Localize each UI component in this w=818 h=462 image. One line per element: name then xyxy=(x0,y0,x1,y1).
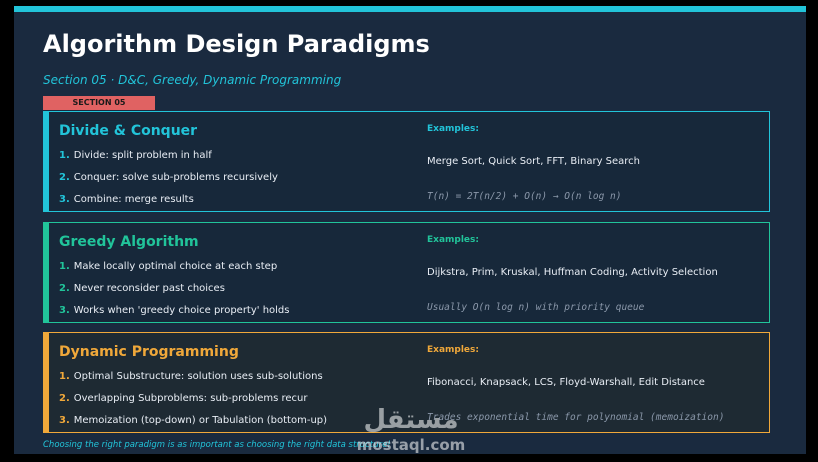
step-number: 2. xyxy=(59,393,70,404)
card-steps: 1. Make locally optimal choice at each st… xyxy=(59,261,290,327)
card-steps: 1. Optimal Substructure: solution uses su… xyxy=(59,371,327,437)
complexity-note: Trades exponential time for polynomial (… xyxy=(427,412,725,423)
card-steps: 1. Divide: split problem in half 2. Conquer… xyxy=(59,150,278,216)
step-item: 2. Overlapping Subproblems: sub-problems … xyxy=(59,393,327,415)
paradigm-card: Divide & Conquer 1. Divide: split problem … xyxy=(43,111,770,212)
card-accent-bar xyxy=(43,332,49,433)
svg-text:مستقل: مستقل xyxy=(363,405,458,435)
examples-list: Merge Sort, Quick Sort, FFT, Binary Sear… xyxy=(427,156,641,167)
step-text: Memoization (top-down) or Tabulation (bo… xyxy=(73,415,328,426)
examples-list: Dijkstra, Prim, Kruskal, Huffman Coding,… xyxy=(427,267,718,278)
watermark-text: mostaql.com xyxy=(357,436,466,454)
step-item: 1. Optimal Substructure: solution uses su… xyxy=(59,371,327,393)
card-title: Dynamic Programming xyxy=(59,344,239,360)
step-number: 3. xyxy=(59,194,70,205)
complexity-note: Usually O(n log n) with priority queue xyxy=(427,302,645,313)
card-accent-bar xyxy=(43,111,49,212)
examples-label: Examples: xyxy=(427,124,479,134)
step-text: Combine: merge results xyxy=(73,194,194,205)
step-item: 3. Works when 'greedy choice property' ho… xyxy=(59,305,290,327)
step-text: Optimal Substructure: solution uses sub-… xyxy=(73,371,323,382)
footer-note: Choosing the right paradigm is as import… xyxy=(43,440,391,450)
step-number: 2. xyxy=(59,283,70,294)
step-item: 1. Divide: split problem in half xyxy=(59,150,278,172)
slide-subtitle: Section 05 · D&C, Greedy, Dynamic Progra… xyxy=(43,73,342,87)
step-item: 2. Never reconsider past choices xyxy=(59,283,290,305)
step-text: Never reconsider past choices xyxy=(73,283,225,294)
examples-list: Fibonacci, Knapsack, LCS, Floyd-Warshall… xyxy=(427,377,705,388)
step-number: 2. xyxy=(59,172,70,183)
step-number: 3. xyxy=(59,415,70,426)
screen: Algorithm Design Paradigms Section 05 · … xyxy=(0,0,818,462)
step-number: 3. xyxy=(59,305,70,316)
step-text: Conquer: solve sub-problems recursively xyxy=(73,172,278,183)
complexity-note: T(n) = 2T(n/2) + O(n) → O(n log n) xyxy=(427,191,622,202)
step-item: 2. Conquer: solve sub-problems recursivel… xyxy=(59,172,278,194)
examples-label: Examples: xyxy=(427,235,479,245)
top-accent-bar xyxy=(14,6,806,12)
step-text: Divide: split problem in half xyxy=(73,150,212,161)
mostaql-watermark-logo: مستقل mostaql.com xyxy=(357,405,466,454)
step-number: 1. xyxy=(59,371,70,382)
step-item: 1. Make locally optimal choice at each st… xyxy=(59,261,290,283)
step-item: 3. Combine: merge results xyxy=(59,194,278,216)
paradigm-card: Greedy Algorithm 1. Make locally optimal c… xyxy=(43,222,770,323)
step-item: 3. Memoization (top-down) or Tabulation (… xyxy=(59,415,327,437)
section-tag: SECTION 05 xyxy=(43,96,155,110)
step-text: Make locally optimal choice at each step xyxy=(73,261,278,272)
card-title: Divide & Conquer xyxy=(59,123,198,139)
card-accent-bar xyxy=(43,222,49,323)
step-text: Works when 'greedy choice property' hold… xyxy=(73,305,290,316)
examples-label: Examples: xyxy=(427,345,479,355)
card-title: Greedy Algorithm xyxy=(59,234,199,250)
slide-title: Algorithm Design Paradigms xyxy=(43,30,430,58)
step-number: 1. xyxy=(59,261,70,272)
step-text: Overlapping Subproblems: sub-problems re… xyxy=(73,393,308,404)
step-number: 1. xyxy=(59,150,70,161)
slide: Algorithm Design Paradigms Section 05 · … xyxy=(14,6,806,454)
